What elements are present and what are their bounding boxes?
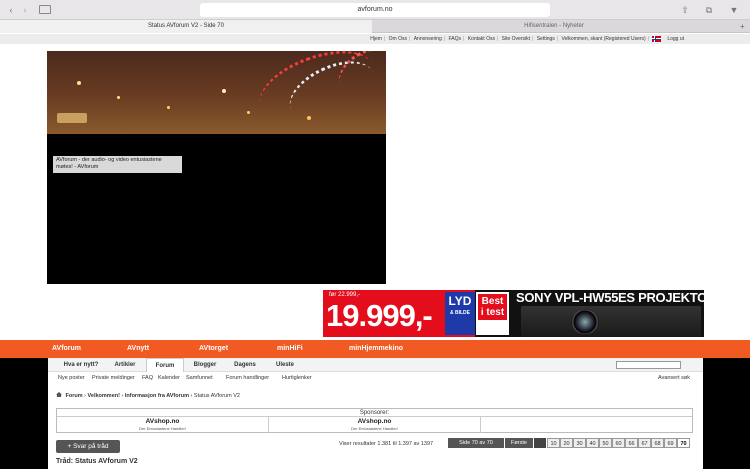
logout-link[interactable]: Logg ut bbox=[667, 34, 684, 44]
sidebar-icon[interactable] bbox=[39, 5, 51, 14]
bilde-text: & BILDE bbox=[450, 310, 470, 316]
subnav-new-posts[interactable]: Nye poster bbox=[58, 373, 85, 384]
nav-minhifi[interactable]: minHiFi bbox=[277, 340, 303, 358]
page-first-button[interactable]: Første bbox=[505, 438, 533, 448]
top-links: Hjem | Om Oss | Annonsering | FAQs | Kontakt… bbox=[370, 36, 649, 42]
subnav-faq[interactable]: FAQ bbox=[142, 373, 153, 384]
sponsor-slogan: Der Entusiastene Handler! bbox=[139, 426, 186, 431]
top-link-settings[interactable]: Settings bbox=[537, 36, 555, 42]
address-bar[interactable]: avforum.no bbox=[200, 3, 550, 17]
site-tagline: AVforum - der audio- og video entusiaste… bbox=[53, 156, 182, 173]
results-count: Viser resultater 1.381 til 1.397 av 1397 bbox=[339, 441, 434, 447]
share-icon[interactable]: ⇧ bbox=[680, 4, 690, 16]
subnav-private-messages[interactable]: Private meldinger bbox=[92, 373, 135, 384]
welcome-user: Velkommen, skant (Registered Users) bbox=[561, 36, 646, 42]
back-icon[interactable]: ‹ bbox=[6, 4, 16, 16]
subnav-calendar[interactable]: Kalender bbox=[158, 373, 180, 384]
norway-flag-icon bbox=[652, 36, 661, 42]
sponsor-name: AVshop.no bbox=[357, 418, 392, 425]
tab-whats-new[interactable]: Hva er nytt? bbox=[58, 358, 104, 372]
tab-hifisentralen[interactable]: Hifisentralen - Nyheter bbox=[373, 20, 735, 33]
ad-price: 19.999,- bbox=[326, 298, 433, 333]
sponsor-name: AVshop.no bbox=[145, 418, 180, 425]
breadcrumb-current: Status AVforum V2 bbox=[193, 393, 240, 399]
page-link[interactable]: 40 bbox=[586, 438, 599, 448]
sony-projector-ad[interactable]: før 22.999,- 19.999,- LYD & BILDE Best i t… bbox=[323, 290, 704, 337]
downloads-icon[interactable]: ▼ bbox=[729, 4, 739, 16]
tab-unread[interactable]: Uleste bbox=[268, 358, 302, 372]
tab-status-avforum[interactable]: Status AVforum V2 - Side 70 bbox=[0, 20, 372, 33]
subnav-forum-actions[interactable]: Forum handlinger bbox=[226, 373, 269, 384]
nav-avforum[interactable]: AVforum bbox=[52, 340, 81, 358]
sponsor-avshop-2[interactable]: AVshop.no Der Entusiastene Handler! bbox=[269, 417, 481, 433]
home-icon[interactable] bbox=[56, 392, 62, 397]
sponsors-box: Sponsorer: AVshop.no Der Entusiastene Ha… bbox=[56, 408, 693, 433]
page-link[interactable]: 69 bbox=[664, 438, 677, 448]
page-link[interactable]: 30 bbox=[573, 438, 586, 448]
page-link[interactable]: 68 bbox=[651, 438, 664, 448]
lyd-text: LYD bbox=[448, 294, 472, 308]
lyd-bilde-badge: LYD & BILDE bbox=[445, 292, 475, 335]
new-tab-icon[interactable]: + bbox=[740, 20, 745, 33]
search-input[interactable] bbox=[616, 361, 681, 369]
page-link[interactable]: 60 bbox=[612, 438, 625, 448]
browser-toolbar: ‹ › avforum.no ⇧ ⧉ ▼ bbox=[0, 0, 750, 20]
sponsor-slogan: Der Entusiastene Handler! bbox=[351, 426, 398, 431]
thread-title: Tråd: Status AVforum V2 bbox=[56, 458, 138, 465]
breadcrumb: Forum › Velkommen! › Informasjon fra AVf… bbox=[56, 392, 240, 400]
tabs-overview-icon[interactable]: ⧉ bbox=[704, 4, 714, 16]
nav-minhjemmekino[interactable]: minHjemmekino bbox=[349, 340, 403, 358]
subnav-quick-links[interactable]: Hurtiglenker bbox=[282, 373, 312, 384]
tab-articles[interactable]: Artikler bbox=[108, 358, 142, 372]
top-link-sitemap[interactable]: Site Oversikt bbox=[502, 36, 530, 42]
main-nav-bar: AVforum AVnytt AVtorget minHiFi minHjemm… bbox=[0, 340, 750, 358]
page-label: Side 70 av 70 bbox=[448, 438, 504, 448]
forum-panel: Hva er nytt? Artikler Forum Blogger Dage… bbox=[48, 358, 703, 469]
page-link[interactable]: 20 bbox=[560, 438, 573, 448]
top-utility-bar: Hjem | Om Oss | Annonsering | FAQs | Kontakt… bbox=[0, 34, 750, 44]
breadcrumb-forum[interactable]: Forum bbox=[66, 393, 83, 399]
subnav-community[interactable]: Samfunnet bbox=[186, 373, 213, 384]
breadcrumb-info[interactable]: Informasjon fra AVforum bbox=[125, 393, 189, 399]
advanced-search-link[interactable]: Avansert søk bbox=[658, 373, 690, 384]
top-link-about[interactable]: Om Oss bbox=[389, 36, 407, 42]
projector-lens bbox=[571, 310, 599, 334]
page-link[interactable]: 67 bbox=[638, 438, 651, 448]
page-link[interactable]: 50 bbox=[599, 438, 612, 448]
page-current: 70 bbox=[677, 438, 690, 448]
sponsor-avshop-1[interactable]: AVshop.no Der Entusiastene Handler! bbox=[57, 417, 269, 433]
forum-tabs: Hva er nytt? Artikler Forum Blogger Dage… bbox=[48, 358, 703, 372]
tab-forum[interactable]: Forum bbox=[146, 358, 184, 372]
forum-subnav: Nye poster Private meldinger FAQ Kalende… bbox=[48, 373, 703, 384]
reply-thread-button[interactable]: + Svar på tråd bbox=[56, 440, 120, 453]
ad-brand-text: SONY VPL-HW55ES PROJEKTOR bbox=[516, 290, 704, 305]
breadcrumb-welcome[interactable]: Velkommen! bbox=[88, 393, 120, 399]
top-link-contact[interactable]: Kontakt Oss bbox=[468, 36, 495, 42]
top-link-faqs[interactable]: FAQs bbox=[449, 36, 462, 42]
best-i-test-badge: Best i test bbox=[476, 292, 509, 335]
page-link[interactable]: 66 bbox=[625, 438, 638, 448]
projector-image bbox=[521, 306, 701, 337]
nav-avnytt[interactable]: AVnytt bbox=[127, 340, 149, 358]
tab-blogs[interactable]: Blogger bbox=[188, 358, 222, 372]
browser-tab-bar: Status AVforum V2 - Side 70 Hifisentrale… bbox=[0, 20, 750, 33]
header-banner-image bbox=[47, 51, 386, 134]
screen: ‹ › avforum.no ⇧ ⧉ ▼ Status AVforum V2 -… bbox=[0, 0, 750, 469]
page-link[interactable]: 10 bbox=[547, 438, 560, 448]
tab-today[interactable]: Dagens bbox=[228, 358, 262, 372]
top-link-advertising[interactable]: Annonsering bbox=[414, 36, 442, 42]
forward-icon[interactable]: › bbox=[20, 4, 30, 16]
top-link-home[interactable]: Hjem bbox=[370, 36, 382, 42]
page-prev-gap bbox=[534, 438, 546, 448]
sponsors-heading: Sponsorer: bbox=[57, 409, 692, 417]
nav-avtorget[interactable]: AVtorget bbox=[199, 340, 228, 358]
i-test-text: i test bbox=[480, 307, 505, 318]
best-text: Best bbox=[481, 296, 504, 307]
